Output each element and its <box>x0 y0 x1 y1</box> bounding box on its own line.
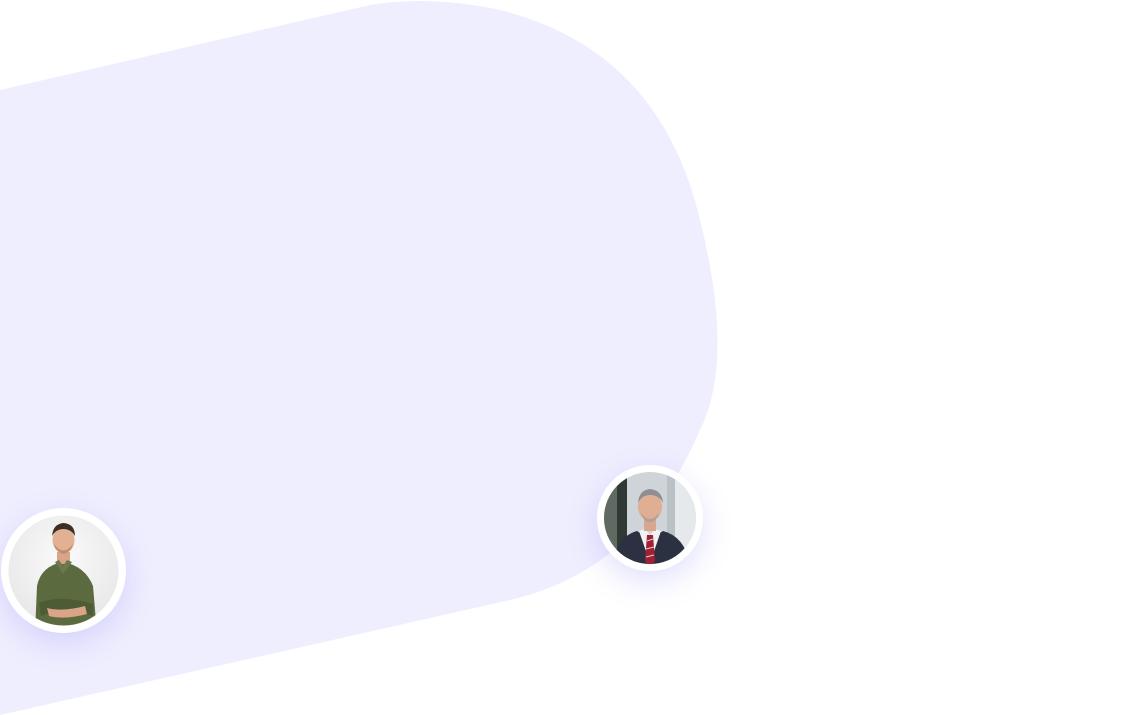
decorative-blob-shape <box>0 1 718 715</box>
person-photo-icon <box>1 508 126 633</box>
avatar-casual-man <box>1 508 126 633</box>
avatar-business-man <box>597 465 703 571</box>
hero-background <box>0 0 1148 715</box>
person-photo-icon <box>597 465 703 571</box>
